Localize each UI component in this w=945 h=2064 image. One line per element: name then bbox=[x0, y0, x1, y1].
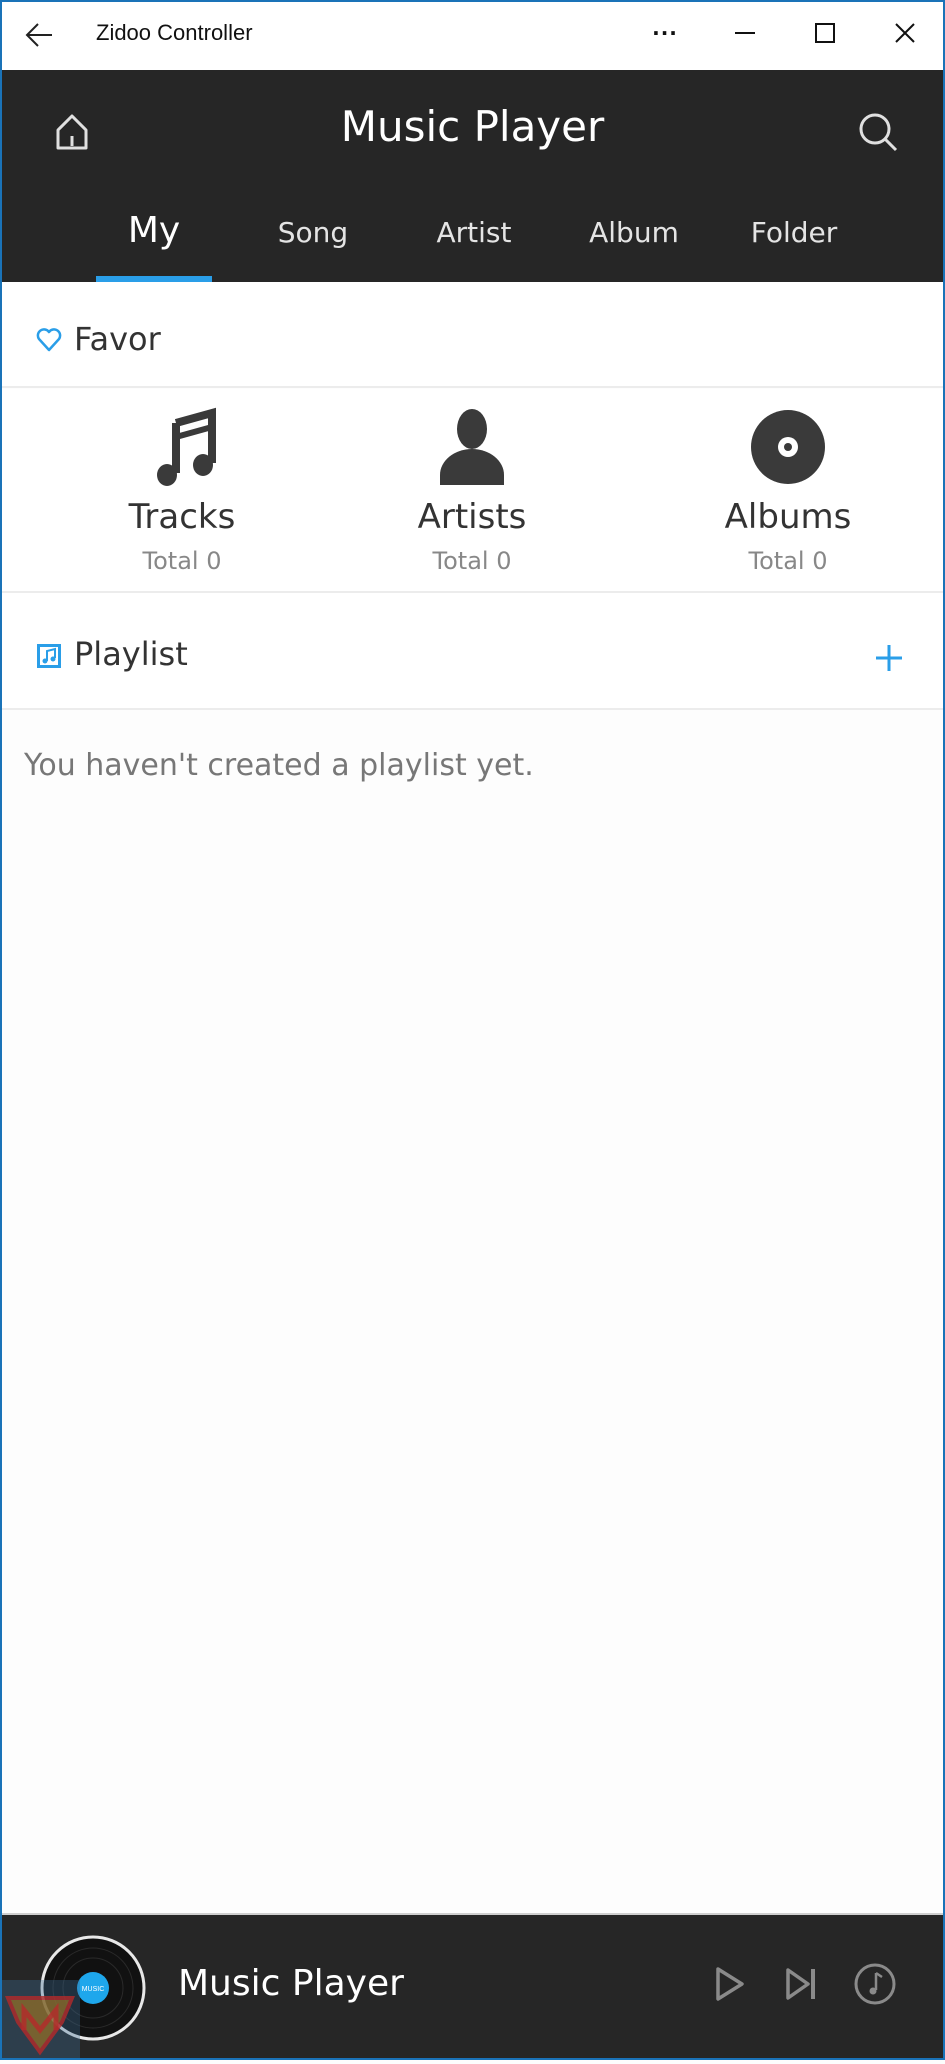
favor-albums-total: Total 0 bbox=[748, 547, 828, 575]
favor-label: Favor bbox=[74, 320, 161, 358]
favor-header: Favor bbox=[0, 282, 945, 387]
playlist-header: Playlist bbox=[0, 593, 945, 708]
app-title: Zidoo Controller bbox=[96, 20, 253, 45]
mini-player[interactable]: MUSIC Music Player bbox=[0, 1913, 945, 2060]
favor-tracks[interactable]: Tracks Total 0 bbox=[72, 389, 292, 575]
tab-song[interactable]: Song bbox=[258, 216, 368, 249]
play-icon[interactable] bbox=[706, 1961, 752, 2007]
app-header: Music Player My Song Artist Album Folder bbox=[0, 70, 945, 282]
favor-albums[interactable]: Albums Total 0 bbox=[678, 389, 898, 575]
person-icon bbox=[440, 409, 504, 485]
divider bbox=[0, 708, 945, 710]
shield-logo-icon bbox=[5, 1996, 75, 2056]
tab-artist[interactable]: Artist bbox=[418, 216, 530, 249]
more-icon: ··· bbox=[652, 21, 678, 45]
favor-tracks-label: Tracks bbox=[128, 497, 236, 537]
empty-playlist-message: You haven't created a playlist yet. bbox=[24, 748, 534, 783]
minimize-button[interactable] bbox=[705, 0, 785, 66]
back-icon[interactable] bbox=[22, 18, 58, 52]
plus-icon[interactable] bbox=[874, 643, 904, 673]
favor-tracks-total: Total 0 bbox=[142, 547, 222, 575]
minimize-icon bbox=[735, 32, 755, 34]
next-icon[interactable] bbox=[779, 1961, 825, 2007]
tab-bar: My Song Artist Album Folder bbox=[0, 204, 945, 282]
divider bbox=[0, 386, 945, 388]
favor-artists-label: Artists bbox=[417, 497, 527, 537]
title-bar: Zidoo Controller ··· bbox=[0, 0, 945, 70]
disc-icon bbox=[751, 410, 825, 484]
heart-icon bbox=[36, 328, 62, 352]
close-button[interactable] bbox=[865, 0, 945, 66]
search-icon[interactable] bbox=[856, 110, 900, 154]
favor-artists-total: Total 0 bbox=[432, 547, 512, 575]
watermark-logo bbox=[0, 1980, 80, 2060]
tab-album[interactable]: Album bbox=[578, 216, 690, 249]
tab-my[interactable]: My bbox=[96, 210, 212, 251]
favor-artists[interactable]: Artists Total 0 bbox=[362, 389, 582, 575]
maximize-button[interactable] bbox=[785, 0, 865, 66]
playlist-icon bbox=[37, 644, 61, 668]
close-icon bbox=[895, 23, 915, 43]
favor-albums-label: Albums bbox=[724, 497, 852, 537]
maximize-icon bbox=[815, 23, 835, 43]
music-circle-icon[interactable] bbox=[852, 1961, 898, 2007]
music-note-icon bbox=[157, 407, 216, 486]
player-title: Music Player bbox=[178, 1963, 404, 2004]
tab-folder[interactable]: Folder bbox=[738, 216, 850, 249]
more-button[interactable]: ··· bbox=[625, 0, 705, 66]
page-title: Music Player bbox=[340, 102, 605, 151]
disc-label: MUSIC bbox=[82, 1986, 105, 1993]
favor-items: Tracks Total 0 Artists Total 0 Albums To… bbox=[0, 389, 945, 591]
playlist-label: Playlist bbox=[74, 635, 188, 673]
